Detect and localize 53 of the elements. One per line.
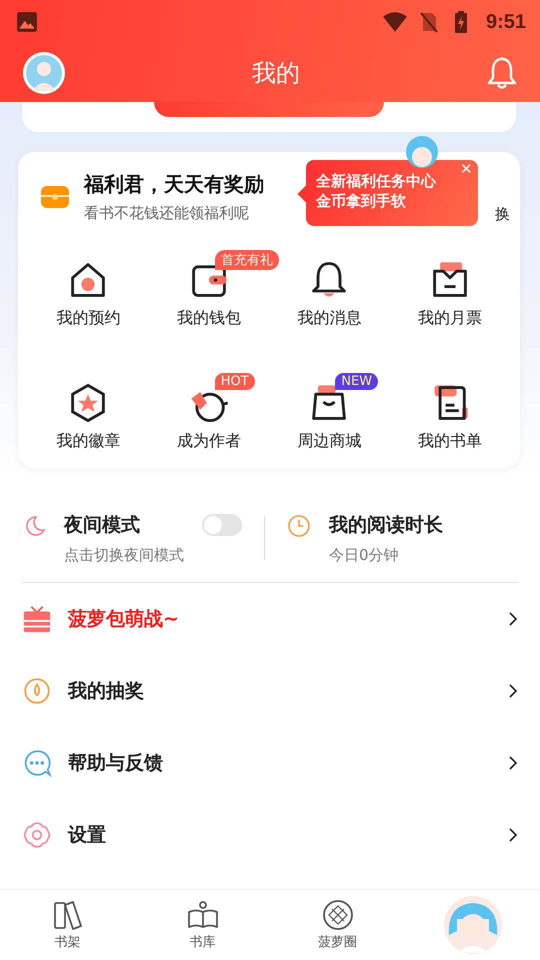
profile-avatar[interactable] — [442, 895, 502, 955]
grid-label[interactable]: 我的徽章 — [56, 431, 120, 452]
tooltip-text: 全新福利任务中心 — [316, 172, 438, 191]
night-mode-title: 夜间模式 — [64, 512, 141, 538]
nav-tab[interactable]: 书库 — [186, 899, 218, 951]
settings-icon — [22, 820, 52, 850]
status-time: 9:51 — [486, 10, 526, 34]
menu-item[interactable]: 我的抽奖 — [22, 655, 518, 727]
menu-item[interactable]: 设置 — [22, 799, 518, 871]
grid-label[interactable]: 我的预约 — [56, 308, 120, 329]
nav-tab[interactable]: 书架 — [52, 899, 84, 951]
notification-bell-icon[interactable] — [486, 56, 518, 90]
grid-label[interactable]: 成为作者 — [176, 431, 241, 452]
page-title: 我的 — [252, 58, 300, 89]
night-mode-toggle[interactable] — [202, 514, 242, 536]
chevron-right-icon — [508, 827, 518, 843]
image-icon — [16, 11, 38, 33]
menu-label: 我的抽奖 — [68, 679, 145, 704]
pineapple-circle-icon — [322, 899, 354, 931]
menu-item[interactable]: 菠萝包萌战~ — [22, 583, 518, 655]
welfare-subtitle: 看书不花钱还能领福利呢 — [84, 204, 249, 223]
treasure-chest-icon — [40, 183, 70, 211]
welfare-title: 福利君，天天有奖励 — [84, 171, 264, 198]
night-mode-subtitle: 点击切换夜间模式 — [64, 546, 184, 564]
gift-box-icon — [22, 604, 52, 634]
wifi-icon — [382, 11, 408, 33]
clock-icon — [287, 514, 311, 538]
chat-bubble-icon — [22, 748, 52, 778]
books-icon — [52, 899, 84, 931]
open-book-icon — [186, 899, 218, 931]
grid-label[interactable]: 我的钱包 — [176, 308, 241, 329]
grid-label[interactable]: 我的书单 — [418, 431, 482, 452]
tooltip-text: 金币拿到手软 — [316, 192, 407, 211]
no-sim-icon — [418, 11, 440, 33]
grid-label[interactable]: 周边商城 — [297, 431, 362, 452]
menu-label: 菠萝包萌战~ — [68, 607, 180, 632]
target-icon — [22, 676, 52, 706]
chevron-right-icon — [508, 755, 518, 771]
chevron-right-icon — [508, 683, 518, 699]
reading-time-title: 我的阅读时长 — [329, 512, 443, 538]
menu-label: 帮助与反馈 — [68, 751, 164, 776]
reading-time-value: 今日0分钟 — [329, 546, 400, 564]
menu-label: 设置 — [68, 823, 107, 848]
avatar[interactable] — [22, 51, 66, 95]
grid-label[interactable]: 我的月票 — [418, 308, 482, 329]
side-text: 换 — [495, 204, 510, 224]
grid-label[interactable]: 我的消息 — [297, 308, 362, 329]
grid-badge: HOT — [214, 373, 255, 390]
grid-badge: 首充有礼 — [214, 250, 279, 270]
grid-badge: NEW — [335, 373, 378, 390]
chevron-right-icon — [508, 611, 518, 627]
nav-tab[interactable]: 菠萝圈 — [318, 899, 357, 951]
menu-item[interactable]: 帮助与反馈 — [22, 727, 518, 799]
